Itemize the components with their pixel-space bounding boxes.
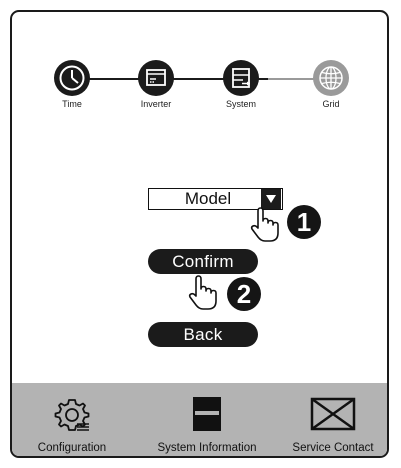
step-badge-2: 2	[227, 277, 261, 311]
hand-pointer-icon	[186, 274, 222, 317]
confirm-button[interactable]: Confirm	[148, 249, 258, 274]
screen-frame: Time Inverter System Grid Model 1 Confir…	[10, 10, 389, 458]
back-button[interactable]: Back	[148, 322, 258, 347]
nav-system-information[interactable]: System Information	[144, 394, 270, 454]
globe-icon	[313, 60, 349, 96]
step-inverter[interactable]: Inverter	[126, 60, 186, 109]
model-select-value: Model	[184, 189, 232, 208]
gear-icon	[24, 394, 120, 434]
nav-configuration[interactable]: Configuration	[24, 394, 120, 454]
step-label: Time	[62, 99, 82, 109]
step-system[interactable]: System	[211, 60, 271, 109]
inverter-icon	[138, 60, 174, 96]
step-label: Grid	[322, 99, 340, 109]
hand-pointer-icon	[248, 206, 284, 249]
step-time[interactable]: Time	[42, 60, 102, 109]
nav-service-contact[interactable]: Service Contact	[278, 394, 387, 454]
step-grid[interactable]: Grid	[301, 60, 361, 109]
step-label: System	[225, 99, 256, 109]
system-icon	[223, 60, 259, 96]
nav-label: Configuration	[37, 442, 107, 454]
system-info-icon	[144, 394, 270, 434]
envelope-icon	[278, 394, 387, 434]
bottom-nav-bar: Configuration System Information Service…	[12, 383, 387, 456]
nav-label: Service Contact	[292, 442, 374, 454]
clock-icon	[54, 60, 90, 96]
nav-label: System Information	[157, 442, 257, 454]
step-label: Inverter	[140, 99, 172, 109]
step-badge-1: 1	[287, 205, 321, 239]
